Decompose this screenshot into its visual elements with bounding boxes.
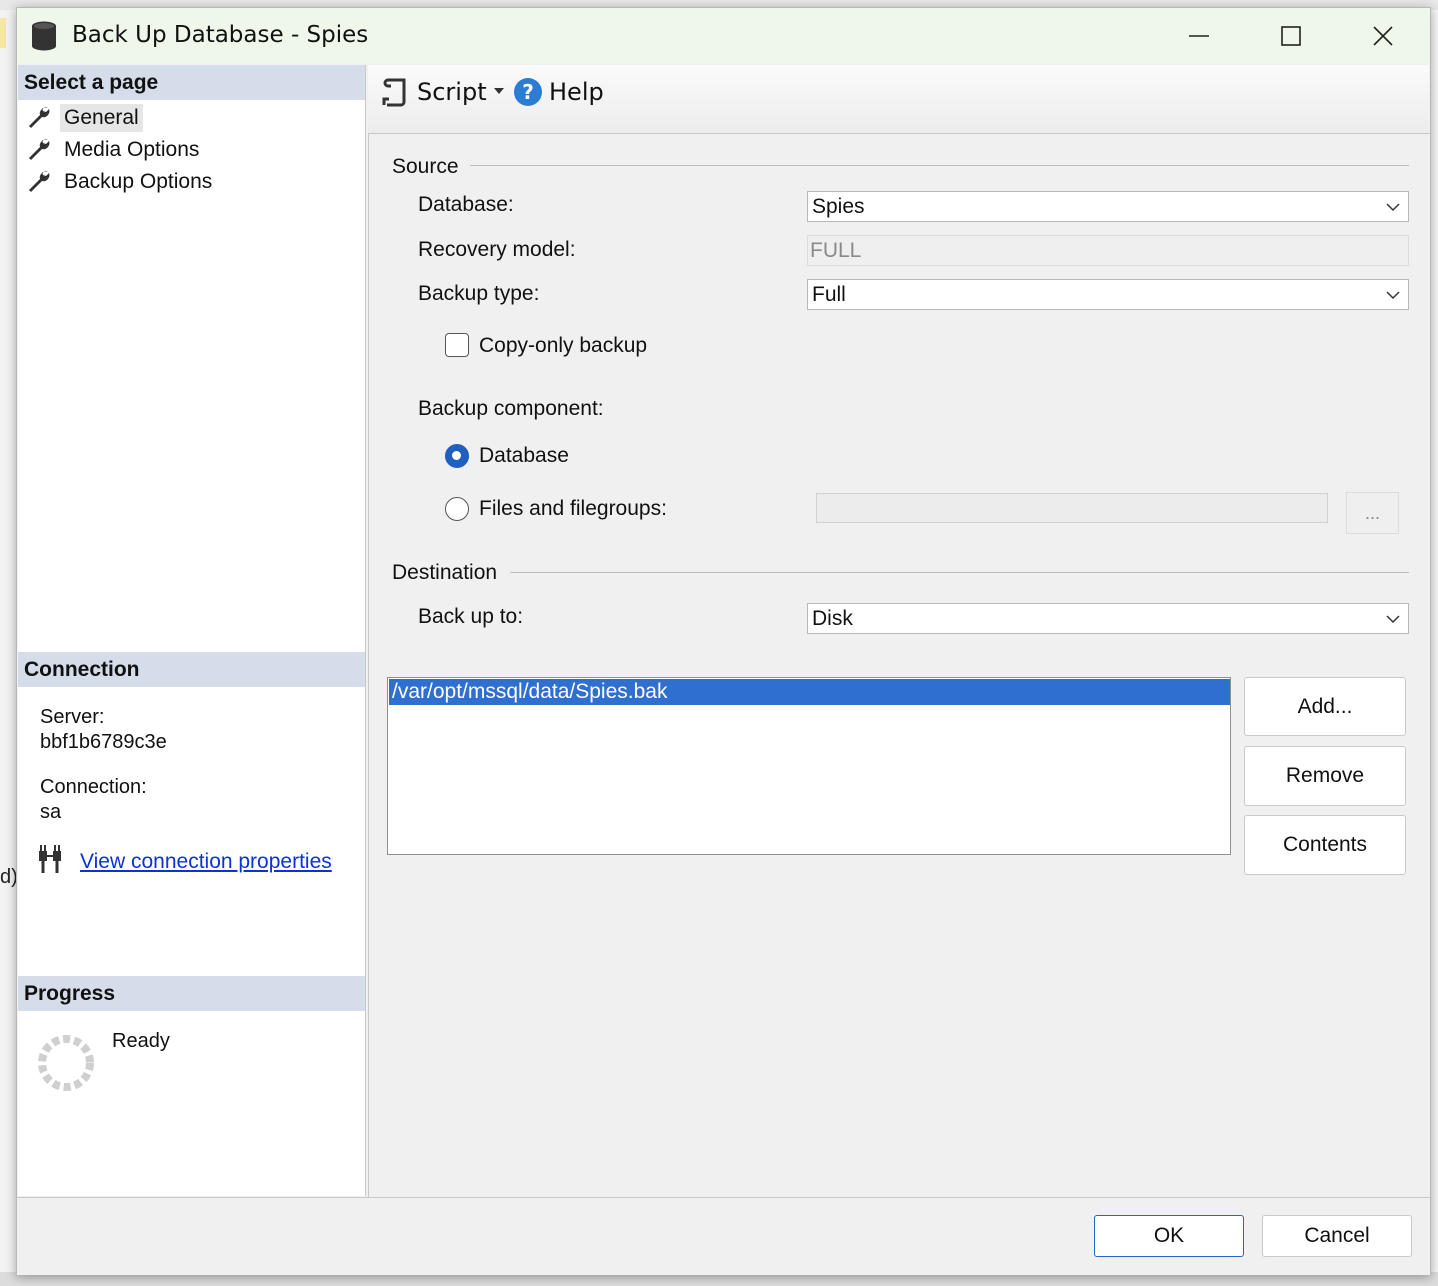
wrench-icon [29,139,50,160]
copy-only-label[interactable]: Copy-only backup [479,334,647,358]
connection-header: Connection [18,652,365,687]
left-pane: Select a page General Media Options Back… [18,65,366,1196]
ok-button[interactable]: OK [1094,1215,1244,1257]
server-value: bbf1b6789c3e [40,731,167,753]
dialog-footer: OK Cancel [17,1197,1430,1275]
page-general[interactable]: General [26,103,143,133]
back-up-to-select[interactable]: Disk [807,603,1409,634]
svg-text:?: ? [522,80,534,104]
destination-group-line [510,572,1409,573]
select-page-header: Select a page [18,65,365,100]
add-button[interactable]: Add... [1244,677,1406,736]
database-select[interactable]: Spies [807,191,1409,222]
back-up-to-value: Disk [812,607,853,630]
close-icon [1373,26,1393,46]
destination-path-row[interactable]: /var/opt/mssql/data/Spies.bak [389,679,1230,705]
help-label: Help [549,78,604,106]
component-files-radio[interactable] [445,497,469,521]
title-bar[interactable]: Back Up Database - Spies [17,8,1430,64]
chevron-down-icon [1386,203,1400,212]
page-backup-options-label: Backup Options [64,170,213,193]
script-dropdown-icon[interactable] [493,86,505,96]
source-group-label: Source [392,155,459,178]
script-icon [382,78,406,107]
database-value: Spies [812,195,865,218]
progress-header: Progress [18,976,365,1011]
chevron-down-icon [1386,291,1400,300]
component-files-label[interactable]: Files and filegroups: [479,497,667,521]
database-label: Database: [418,193,514,216]
wrench-icon [29,171,50,192]
recovery-model-value: FULL [810,239,862,262]
backup-component-label: Backup component: [418,397,604,420]
chevron-down-icon [1386,615,1400,624]
page-media-options[interactable]: Media Options [26,135,203,165]
close-button[interactable] [1337,8,1429,64]
backup-type-label: Backup type: [418,282,540,305]
server-label: Server: [40,706,105,728]
remove-button[interactable]: Remove [1244,746,1406,806]
page-general-label: General [60,104,143,132]
script-button[interactable]: Script [381,65,487,119]
help-button[interactable]: ? Help [513,65,604,119]
connection-value: sa [40,801,62,823]
minimize-button[interactable] [1153,8,1245,64]
recovery-model-label: Recovery model: [418,238,576,261]
window-title: Back Up Database - Spies [72,22,369,48]
minimize-icon [1189,35,1209,37]
page-media-options-label: Media Options [64,138,200,161]
database-icon [32,21,56,51]
general-page-content: Source Database: Spies Recovery model: F… [368,133,1430,1197]
destination-group-label: Destination [392,561,498,584]
connection-properties-icon [39,845,61,873]
script-label: Script [417,78,487,106]
progress-status: Ready [112,1030,170,1052]
backup-database-dialog: Back Up Database - Spies Select a page G… [16,7,1431,1275]
component-database-radio[interactable] [445,444,469,468]
cancel-button[interactable]: Cancel [1262,1215,1412,1257]
progress-spinner-icon [38,1035,94,1091]
connection-label: Connection: [40,776,147,798]
wrench-icon [29,107,50,128]
filegroups-browse-button: ... [1346,492,1399,534]
maximize-icon [1281,26,1301,46]
toolbar: Script ? Help [368,65,1429,133]
component-database-label[interactable]: Database [479,444,569,468]
backup-type-value: Full [812,283,846,306]
recovery-model-field: FULL [807,235,1409,266]
help-icon: ? [514,78,542,106]
view-connection-properties-link[interactable]: View connection properties [80,850,332,874]
page-backup-options[interactable]: Backup Options [26,167,216,197]
maximize-button[interactable] [1245,8,1337,64]
copy-only-checkbox[interactable] [445,333,469,357]
back-up-to-label: Back up to: [418,605,524,628]
contents-button[interactable]: Contents [1244,815,1406,875]
destination-list[interactable]: /var/opt/mssql/data/Spies.bak [387,677,1231,855]
filegroups-field [816,493,1328,523]
backup-type-select[interactable]: Full [807,279,1409,310]
background-highlight [0,18,6,48]
source-group-line [470,165,1409,166]
